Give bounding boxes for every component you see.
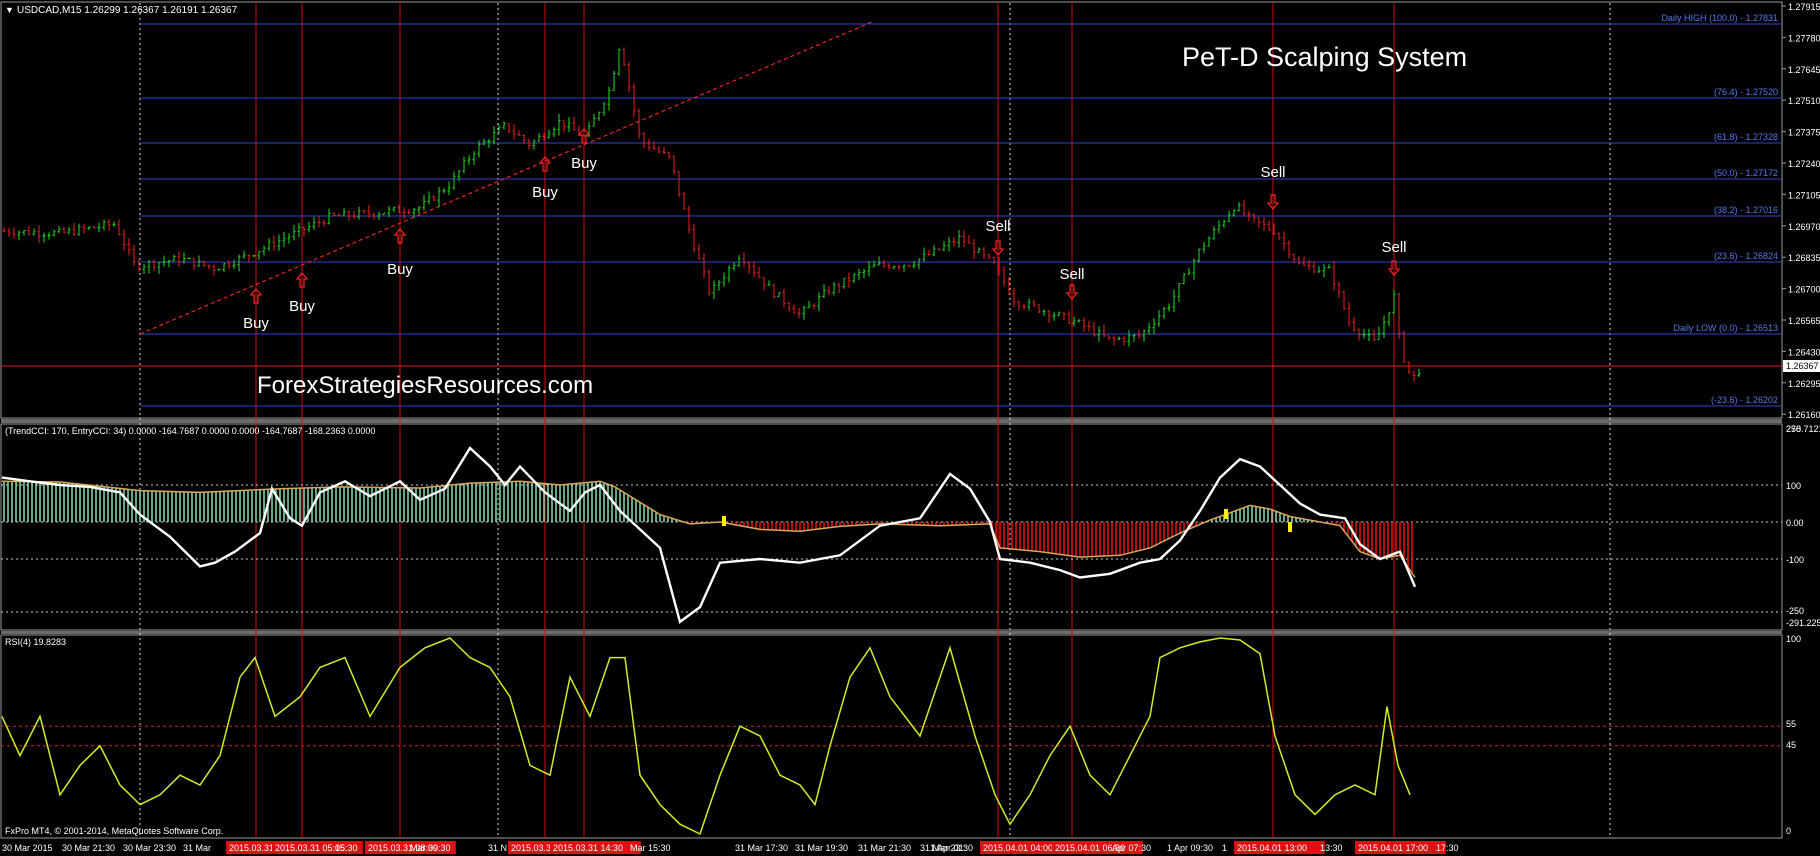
chart-menu-icon[interactable]: ▼	[5, 5, 14, 15]
rsi-tick-label: 0	[1786, 826, 1791, 836]
time-tick-label: 30 Mar 21:30	[62, 843, 115, 853]
time-tick-label: 31 Mar 17:30	[735, 843, 788, 853]
time-tick-label: 2015.04.01 17:00	[1358, 843, 1428, 853]
time-tick-label: 2015.04.01 13:00	[1237, 843, 1307, 853]
current-price-value: 1.26367	[1786, 361, 1819, 371]
fib-level-label: (61.8) - 1.27328	[1714, 132, 1778, 142]
panel-splitter[interactable]	[1, 631, 1782, 634]
cci-tick-label: -250	[1786, 606, 1804, 616]
time-tick-label: 1 Apr 09:30	[1167, 843, 1213, 853]
cci-header: (TrendCCI: 170, EntryCCI: 34) 0.0000 -16…	[5, 426, 375, 436]
cci-zero-cross-marker	[722, 516, 726, 526]
buy-signal-label: Buy	[387, 261, 413, 278]
buy-signal-label: Buy	[243, 315, 269, 332]
price-tick-label: 1.27645	[1788, 65, 1820, 75]
time-tick-label: 30 Mar 23:30	[123, 843, 176, 853]
time-tick-label: 2015.03.31 14:30	[553, 843, 623, 853]
trading-chart[interactable]: Buy Buy Buy Buy Buy Sell Sell Sell Sell 1.27915 1…	[0, 0, 1820, 856]
time-tick-label: 17:30	[1436, 843, 1459, 853]
time-tick-label: Apr 07:30	[1112, 843, 1151, 853]
price-tick-label: 1.27780	[1788, 33, 1820, 43]
fib-level-label: Daily LOW (0.0) - 1.26513	[1673, 323, 1778, 333]
price-tick-label: 1.27915	[1788, 2, 1820, 12]
cci-zero-cross-marker	[1288, 522, 1292, 532]
copyright-footer: FxPro MT4, © 2001-2014, MetaQuotes Softw…	[5, 826, 223, 836]
time-tick-label: 31 Mar	[183, 843, 211, 853]
cci-tick-label: -291.2254	[1786, 618, 1820, 628]
fib-level-label: (50.0) - 1.27172	[1714, 168, 1778, 178]
panel-splitter[interactable]	[1, 419, 1782, 423]
sell-signal-label: Sell	[1260, 164, 1285, 181]
buy-signal-label: Buy	[571, 155, 597, 172]
rsi-tick-label: 45	[1786, 740, 1796, 750]
time-tick-label: 1	[1222, 843, 1227, 853]
price-tick-label: 1.26295	[1788, 379, 1820, 389]
cci-tick-label: 0.00	[1786, 518, 1804, 528]
fib-level-label: (76.4) - 1.27520	[1714, 87, 1778, 97]
fib-level-label: (-23.6) - 1.26202	[1711, 395, 1778, 405]
time-tick-label: 31 Mar 21:30	[858, 843, 911, 853]
price-tick-label: 1.27240	[1788, 159, 1820, 169]
cci-zero-cross-marker	[1224, 509, 1228, 519]
price-tick-label: 1.26430	[1788, 347, 1820, 357]
buy-signal-label: Buy	[532, 184, 558, 201]
site-watermark: ForexStrategiesResources.com	[257, 372, 593, 399]
fib-level-label: Daily HIGH (100.0) - 1.27831	[1661, 13, 1778, 23]
sell-signal-label: Sell	[1059, 266, 1084, 283]
price-tick-label: 1.26160	[1788, 410, 1820, 420]
sell-signal-label: Sell	[985, 218, 1010, 235]
time-tick-label: 05:30	[335, 843, 358, 853]
price-tick-label: 1.26700	[1788, 285, 1820, 295]
fib-level-label: (23.6) - 1.26824	[1714, 251, 1778, 261]
buy-signal-label: Buy	[289, 298, 315, 315]
cci-tick-label: 100	[1786, 481, 1801, 491]
time-tick-label: 31 N	[488, 843, 507, 853]
cci-tick-label: -100	[1786, 555, 1804, 565]
sell-signal-label: Sell	[1381, 239, 1406, 256]
rsi-tick-label: 55	[1786, 719, 1796, 729]
price-tick-label: 1.27375	[1788, 128, 1820, 138]
price-tick-label: 1.27105	[1788, 190, 1820, 200]
rsi-tick-label: 100	[1786, 634, 1801, 644]
system-title: PeT-D Scalping System	[1182, 42, 1467, 72]
price-tick-label: 1.27510	[1788, 96, 1820, 106]
time-tick-label: 13:30	[1320, 843, 1343, 853]
price-tick-label: 1.26835	[1788, 253, 1820, 263]
time-tick-label: Mar 15:30	[630, 843, 671, 853]
cci-tick-label: 278.7121	[1786, 424, 1820, 434]
time-tick-label: Mar 09:30	[410, 843, 451, 853]
time-tick-label: 1 Apr 01:	[930, 843, 966, 853]
price-tick-label: 1.26970	[1788, 222, 1820, 232]
fib-level-label: (38.2) - 1.27016	[1714, 205, 1778, 215]
time-tick-label: 31 Mar 19:30	[795, 843, 848, 853]
price-tick-label: 1.26565	[1788, 316, 1820, 326]
time-tick-label: 30 Mar 2015	[2, 843, 53, 853]
rsi-header: RSI(4) 19.8283	[5, 637, 66, 647]
symbol-info: USDCAD,M15 1.26299 1.26367 1.26191 1.263…	[17, 5, 238, 16]
time-tick-label: 2015.04.01 04:00	[983, 843, 1053, 853]
